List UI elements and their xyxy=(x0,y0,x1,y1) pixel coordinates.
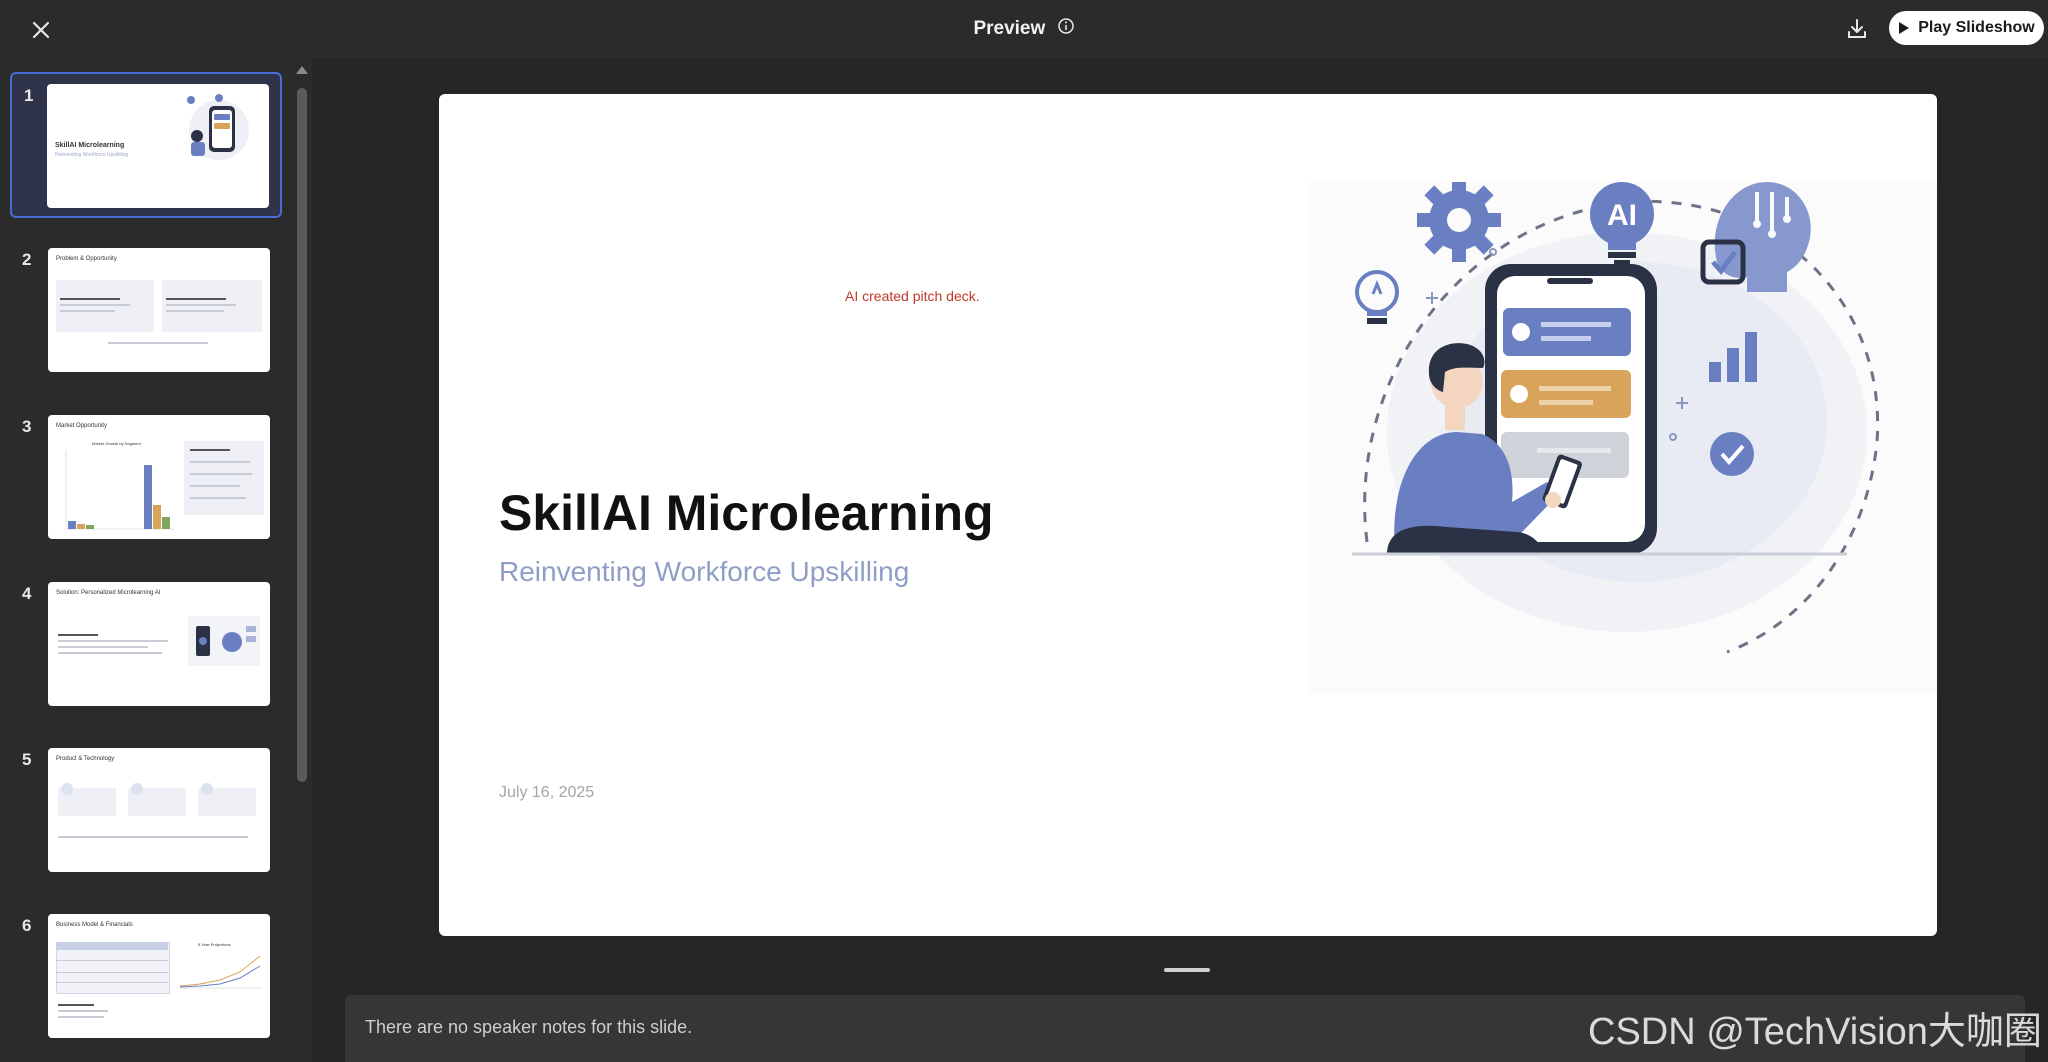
thumbnail-title: Market Opportunity xyxy=(56,423,108,429)
preview-title-group: Preview xyxy=(0,17,2048,41)
slide-thumbnail-5[interactable]: 5 Product & Technology xyxy=(10,738,282,884)
thumbnail-chart xyxy=(179,955,262,989)
download-icon xyxy=(1848,19,1866,38)
thumbnail-circles xyxy=(61,783,213,795)
current-slide: AI created pitch deck. SkillAI Microlear… xyxy=(439,94,1937,936)
thumbnail-title: Business Model & Financials xyxy=(56,922,133,928)
slide-number: 3 xyxy=(22,417,32,436)
play-slideshow-label: Play Slideshow xyxy=(1918,19,2035,36)
scroll-up-arrow[interactable] xyxy=(296,66,308,74)
ai-created-note: AI created pitch deck. xyxy=(845,288,980,304)
thumbnail-title: Product & Technology xyxy=(56,756,115,762)
check-circle-icon xyxy=(1710,432,1754,476)
info-icon[interactable] xyxy=(1057,17,1075,41)
slide-illustration: AI xyxy=(1307,182,1937,694)
slide-thumbnail-2[interactable]: 2 Problem & Opportunity xyxy=(10,238,282,384)
slide-number: 6 xyxy=(22,916,32,935)
thumbnail-subtitle: Reinventing Workforce Upskilling xyxy=(55,152,129,158)
thumbnail-preview: Product & Technology xyxy=(48,748,270,872)
slide-subtitle: Reinventing Workforce Upskilling xyxy=(499,556,910,587)
thumbnail-preview: Solution: Personalized Microlearning AI xyxy=(48,582,270,706)
slide-number: 2 xyxy=(22,250,32,269)
slide-number: 1 xyxy=(24,86,34,105)
notes-resize-handle[interactable] xyxy=(1164,968,1210,972)
sidebar-scrollbar[interactable] xyxy=(297,88,307,782)
thumbnail-preview: Market Opportunity Market Growth by Segm… xyxy=(48,415,270,539)
thumbnail-title: Solution: Personalized Microlearning AI xyxy=(56,590,161,596)
speaker-notes-text: There are no speaker notes for this slid… xyxy=(365,1017,693,1037)
thumbnail-preview: SkillAI Microlearning Reinventing Workfo… xyxy=(47,84,269,208)
slide-number: 5 xyxy=(22,750,32,769)
thumbnail-preview: Problem & Opportunity xyxy=(48,248,270,372)
top-bar: Preview Play Slideshow xyxy=(0,0,2048,58)
thumbnail-title: SkillAI Microlearning xyxy=(55,142,125,149)
slide-thumbnail-6[interactable]: 6 Business Model & Financials 5-Year Pro… xyxy=(10,904,282,1050)
thumbnail-chart xyxy=(65,450,174,530)
slide-thumbnail-1[interactable]: 1 SkillAI Microlearning Reinventing Work… xyxy=(10,72,282,218)
slide-title: SkillAI Microlearning xyxy=(499,485,994,541)
thumbnail-chart-title: 5-Year Projections xyxy=(198,942,231,947)
thumbnail-illustration xyxy=(187,94,249,160)
download-button[interactable] xyxy=(1842,14,1872,44)
ai-badge-text: AI xyxy=(1607,199,1637,232)
watermark: CSDN @TechVision大咖圈 xyxy=(1588,1011,2042,1053)
slide-thumbnail-4[interactable]: 4 Solution: Personalized Microlearning A… xyxy=(10,572,282,718)
thumbnail-illustration xyxy=(188,616,260,666)
thumbnail-title: Problem & Opportunity xyxy=(56,256,117,262)
play-slideshow-button[interactable]: Play Slideshow xyxy=(1889,11,2044,45)
play-icon xyxy=(1899,22,1910,34)
slide-thumbnail-3[interactable]: 3 Market Opportunity Market Growth by Se… xyxy=(10,405,282,551)
slide-date: July 16, 2025 xyxy=(499,784,595,801)
slide-number: 4 xyxy=(22,584,32,603)
preview-title: Preview xyxy=(973,18,1046,40)
thumbnail-preview: Business Model & Financials 5-Year Proje… xyxy=(48,914,270,1038)
